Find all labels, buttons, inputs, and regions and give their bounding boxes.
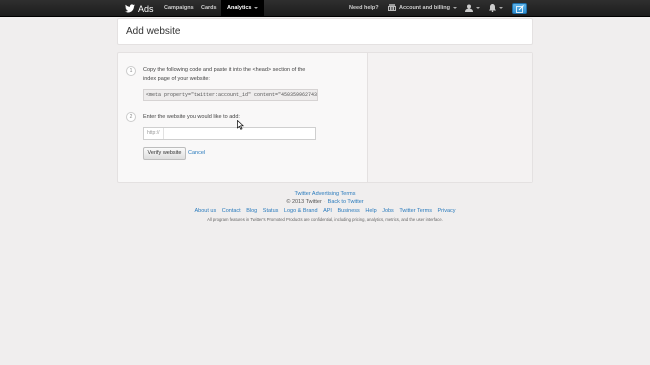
footer-copyright-row: © 2013 Twitter · Back to Twitter — [117, 199, 533, 205]
chevron-down-icon — [499, 6, 503, 9]
footer-link-logo-brand[interactable]: Logo & Brand — [284, 208, 318, 214]
page-title: Add website — [126, 26, 181, 37]
side-panel — [368, 53, 532, 182]
user-menu[interactable] — [465, 0, 480, 17]
step-1-instructions: Copy the following code and paste it int… — [143, 66, 305, 83]
footer-terms-row: Twitter Advertising Terms — [117, 191, 533, 197]
footer-link-jobs[interactable]: Jobs — [382, 208, 394, 214]
separator-dot: · — [323, 199, 326, 205]
compose-button[interactable] — [512, 3, 527, 14]
footer-link-help[interactable]: Help — [365, 208, 376, 214]
advertising-terms-link[interactable]: Twitter Advertising Terms — [294, 191, 355, 197]
twitter-bird-icon — [125, 4, 135, 13]
cancel-link[interactable]: Cancel — [188, 150, 205, 156]
footer-link-twitter-terms[interactable]: Twitter Terms — [399, 208, 432, 214]
account-billing-label: Account and billing — [399, 5, 451, 11]
nav-campaigns[interactable]: Campaigns — [158, 0, 200, 17]
back-to-twitter-link[interactable]: Back to Twitter — [328, 199, 364, 205]
building-icon — [388, 4, 396, 12]
footer-link-status[interactable]: Status — [263, 208, 279, 214]
brand-text: Ads — [138, 3, 154, 14]
nav-analytics[interactable]: Analytics — [221, 0, 265, 17]
footer-link-blog[interactable]: Blog — [246, 208, 257, 214]
nav-cards[interactable]: Cards — [195, 0, 223, 17]
brand-logo[interactable]: Ads — [125, 2, 154, 15]
add-website-form: 1 Copy the following code and paste it i… — [117, 52, 533, 183]
footer-disclaimer: All program features in Twitter's Promot… — [207, 217, 443, 222]
step-1-text-line2: index page of your website: — [143, 75, 210, 82]
footer-link-about[interactable]: About us — [194, 208, 216, 214]
footer-links: About us Contact Blog Status Logo & Bran… — [117, 208, 533, 214]
chevron-down-icon — [453, 6, 458, 9]
user-icon — [465, 4, 473, 12]
nav-analytics-label: Analytics — [227, 5, 252, 11]
url-prefix: http:// — [144, 128, 164, 139]
website-url-field[interactable]: http:// — [143, 127, 316, 140]
footer-link-privacy[interactable]: Privacy — [437, 208, 455, 214]
footer-link-contact[interactable]: Contact — [222, 208, 241, 214]
chevron-down-icon — [254, 6, 259, 9]
step-2-number: 2 — [126, 112, 136, 122]
bell-icon — [489, 3, 496, 12]
step-2-instructions: Enter the website you would like to add: — [143, 114, 240, 120]
meta-code-snippet[interactable]: <meta property="twitter:account_id" cont… — [143, 89, 318, 101]
notifications-menu[interactable] — [489, 0, 503, 17]
page-header: Add website — [117, 18, 533, 45]
mouse-cursor-icon — [237, 120, 244, 130]
compose-icon — [516, 5, 524, 13]
account-billing-menu[interactable]: Account and billing — [388, 0, 458, 17]
copyright-text: © 2013 Twitter — [286, 199, 322, 205]
step-1-number: 1 — [126, 66, 136, 76]
top-navigation-bar: Ads Campaigns Cards Analytics Need help?… — [0, 0, 650, 17]
need-help-link[interactable]: Need help? — [349, 0, 379, 17]
footer-link-business[interactable]: Business — [337, 208, 359, 214]
step-1-text-line1: Copy the following code and paste it int… — [143, 67, 306, 73]
verify-website-button[interactable]: Verify website — [143, 147, 186, 160]
chevron-down-icon — [476, 6, 480, 9]
footer-link-api[interactable]: API — [323, 208, 332, 214]
